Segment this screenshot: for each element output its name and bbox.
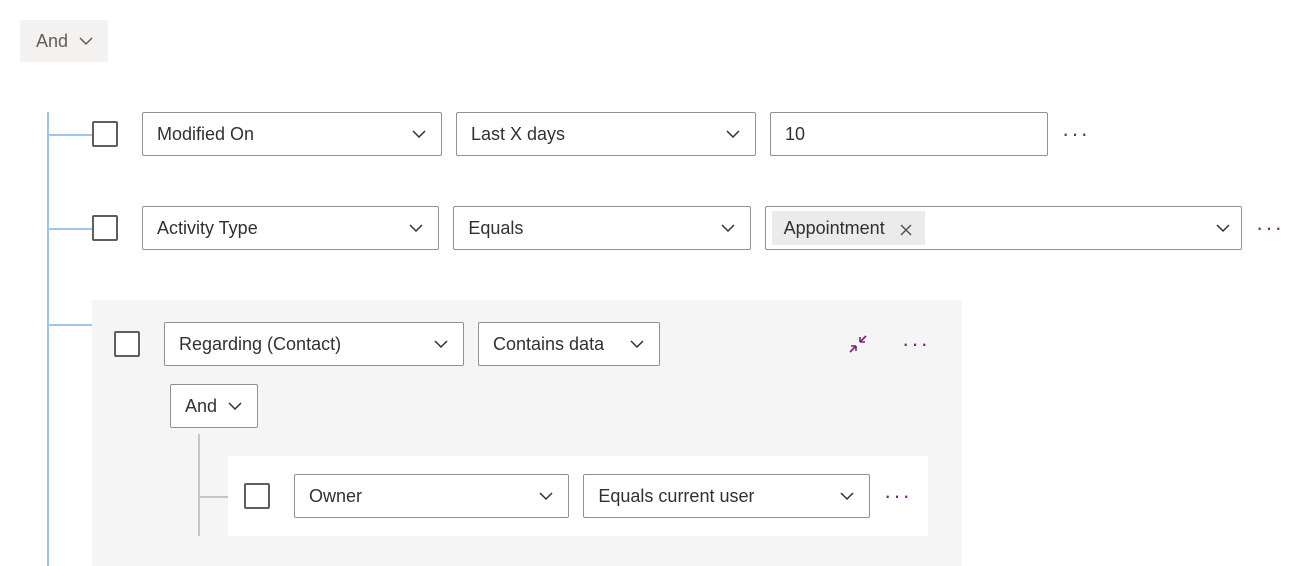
tree-connector xyxy=(47,228,92,230)
operator-label: Equals xyxy=(468,218,523,239)
group-header: Regarding (Contact) Contains data ··· xyxy=(114,322,940,366)
group-more-button[interactable]: ··· xyxy=(902,332,930,356)
row-checkbox[interactable] xyxy=(92,121,118,147)
group-operator-label: And xyxy=(185,396,217,417)
chevron-down-icon xyxy=(538,488,554,504)
attribute-label: Owner xyxy=(309,486,362,507)
operator-label: Last X days xyxy=(471,124,565,145)
filter-row: Activity Type Equals Appointment ··· xyxy=(32,206,1284,250)
chevron-down-icon xyxy=(411,126,427,142)
chevron-down-icon xyxy=(1215,220,1231,236)
root-operator-dropdown[interactable]: And xyxy=(20,20,108,62)
related-entity-group: Regarding (Contact) Contains data ··· xyxy=(92,300,962,566)
row-checkbox[interactable] xyxy=(244,483,270,509)
filter-row: Owner Equals current user ··· xyxy=(228,456,928,536)
chevron-down-icon xyxy=(629,336,645,352)
tree-line xyxy=(47,112,49,566)
chevron-down-icon xyxy=(720,220,736,236)
value-tag-input[interactable]: Appointment xyxy=(765,206,1242,250)
attribute-dropdown[interactable]: Activity Type xyxy=(142,206,439,250)
chevron-down-icon xyxy=(227,398,243,414)
relation-dropdown[interactable]: Contains data xyxy=(478,322,660,366)
tree-connector xyxy=(47,134,92,136)
operator-dropdown[interactable]: Equals xyxy=(453,206,750,250)
attribute-label: Activity Type xyxy=(157,218,258,239)
chevron-down-icon xyxy=(408,220,424,236)
related-entity-label: Regarding (Contact) xyxy=(179,334,341,355)
value-input[interactable]: 10 xyxy=(770,112,1048,156)
operator-dropdown[interactable]: Equals current user xyxy=(583,474,870,518)
attribute-label: Modified On xyxy=(157,124,254,145)
relation-label: Contains data xyxy=(493,334,604,355)
root-operator-label: And xyxy=(36,31,68,52)
related-entity-dropdown[interactable]: Regarding (Contact) xyxy=(164,322,464,366)
collapse-icon[interactable] xyxy=(844,332,872,356)
row-more-button[interactable]: ··· xyxy=(884,484,912,508)
chevron-down-icon xyxy=(725,126,741,142)
chevron-down-icon xyxy=(433,336,449,352)
close-icon[interactable] xyxy=(899,221,913,235)
tag-label: Appointment xyxy=(784,218,885,239)
value-text: 10 xyxy=(785,124,805,145)
attribute-dropdown[interactable]: Modified On xyxy=(142,112,442,156)
row-more-button[interactable]: ··· xyxy=(1062,122,1090,146)
chevron-down-icon xyxy=(839,488,855,504)
chevron-down-icon xyxy=(78,33,94,49)
operator-dropdown[interactable]: Last X days xyxy=(456,112,756,156)
tree-connector xyxy=(198,496,228,498)
value-tag: Appointment xyxy=(772,211,925,245)
tree-connector xyxy=(47,324,92,326)
group-checkbox[interactable] xyxy=(114,331,140,357)
group-operator-dropdown[interactable]: And xyxy=(170,384,258,428)
row-more-button[interactable]: ··· xyxy=(1256,216,1284,240)
tree-line xyxy=(198,434,200,536)
attribute-dropdown[interactable]: Owner xyxy=(294,474,569,518)
operator-label: Equals current user xyxy=(598,486,754,507)
filter-row: Modified On Last X days 10 ··· xyxy=(32,112,1284,156)
row-checkbox[interactable] xyxy=(92,215,118,241)
